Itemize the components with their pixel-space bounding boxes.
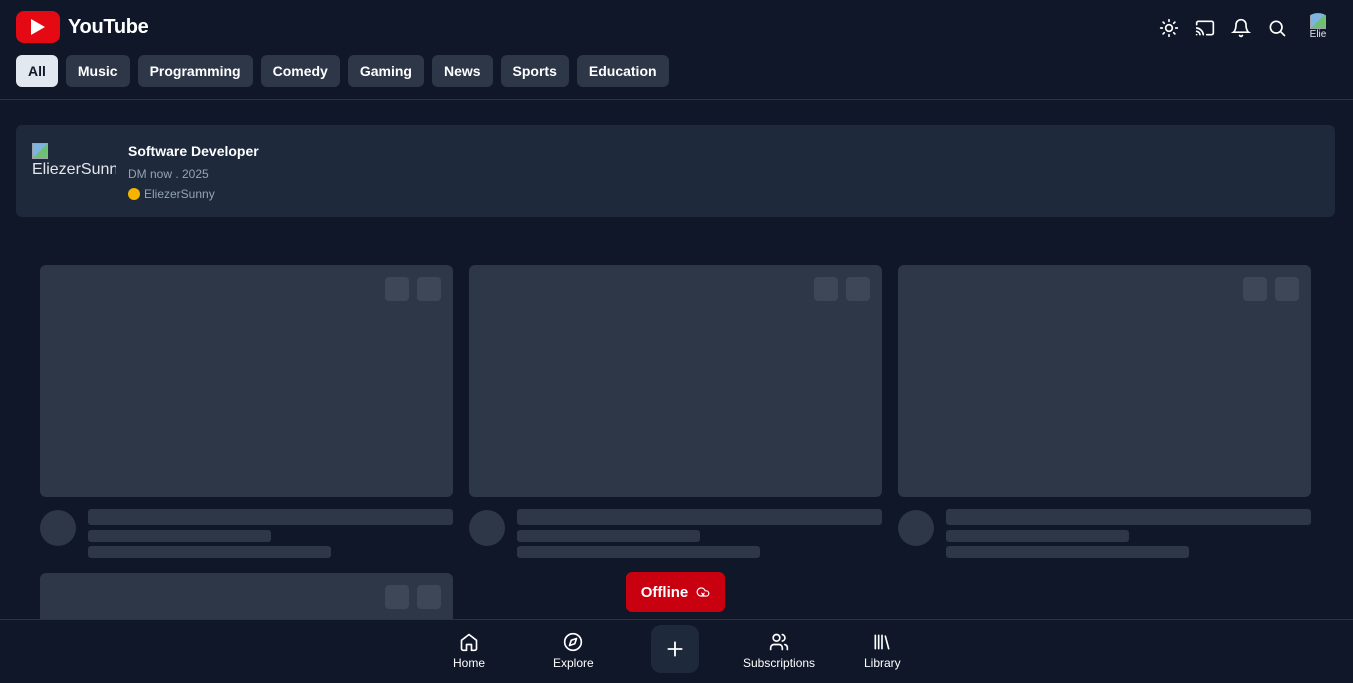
channel-title: Software Developer: [128, 143, 259, 159]
notifications-bell-icon[interactable]: [1231, 18, 1251, 38]
thumbnail-action-placeholder: [417, 585, 441, 609]
chip-news[interactable]: News: [431, 55, 493, 87]
thumbnail-action-placeholder: [417, 277, 441, 301]
views-skeleton: [517, 546, 760, 558]
views-skeleton: [88, 546, 331, 558]
avatar-skeleton: [898, 510, 934, 546]
channel-skeleton: [88, 530, 271, 542]
cast-icon[interactable]: [1195, 18, 1215, 38]
video-card-skeleton: [469, 265, 882, 573]
users-icon: [769, 633, 789, 651]
thumbnail-action-placeholder: [1275, 277, 1299, 301]
video-card-skeleton: [40, 265, 453, 573]
views-skeleton: [946, 546, 1189, 558]
nav-home[interactable]: Home: [453, 632, 485, 670]
status-dot-icon: [128, 188, 140, 200]
channel-username-row: EliezerSunny: [128, 187, 259, 201]
channel-image: EliezerSunn: [32, 143, 116, 183]
title-skeleton: [88, 509, 453, 525]
thumbnail-action-placeholder: [846, 277, 870, 301]
chip-gaming[interactable]: Gaming: [347, 55, 424, 87]
broken-image-icon: [1310, 13, 1326, 29]
video-thumbnail-skeleton: [40, 265, 453, 497]
nav-subscriptions-label: Subscriptions: [743, 656, 816, 670]
video-meta-skeleton: [898, 509, 1311, 573]
thumbnail-action-placeholder: [385, 585, 409, 609]
play-logo-icon: [16, 11, 60, 43]
create-button[interactable]: [651, 625, 699, 673]
user-avatar[interactable]: Elie: [1303, 13, 1333, 43]
offline-status-badge[interactable]: Offline: [626, 572, 725, 612]
video-thumbnail-skeleton: [469, 265, 882, 497]
chip-comedy[interactable]: Comedy: [260, 55, 340, 87]
chip-all[interactable]: All: [16, 55, 58, 87]
title-skeleton: [946, 509, 1311, 525]
category-chips: All Music Programming Comedy Gaming News…: [16, 55, 669, 87]
channel-card[interactable]: EliezerSunn Software Developer DM now . …: [16, 125, 1335, 217]
avatar-skeleton: [40, 510, 76, 546]
nav-explore[interactable]: Explore: [553, 632, 594, 670]
title-skeleton: [517, 509, 882, 525]
video-thumbnail-skeleton: [898, 265, 1311, 497]
avatar-alt-text: Elie: [1309, 29, 1327, 40]
bottom-navigation: Home Explore Subscriptions Library: [0, 619, 1353, 683]
channel-meta: DM now . 2025: [128, 167, 209, 181]
theme-toggle-sun-icon[interactable]: [1159, 18, 1179, 38]
chip-music[interactable]: Music: [65, 55, 130, 87]
channel-info: Software Developer DM now . 2025 Eliezer…: [128, 143, 259, 201]
avatar-skeleton: [469, 510, 505, 546]
top-header: YouTube Elie All Music Programming Comed…: [0, 0, 1353, 100]
plus-icon: [667, 641, 683, 657]
thumbnail-action-placeholder: [385, 277, 409, 301]
video-thumbnail-skeleton: [40, 573, 453, 619]
chip-programming[interactable]: Programming: [137, 55, 253, 87]
compass-icon: [564, 632, 583, 652]
nav-library[interactable]: Library: [864, 632, 901, 670]
nav-library-label: Library: [864, 656, 901, 670]
video-meta-skeleton: [40, 509, 453, 573]
thumbnail-action-placeholder: [814, 277, 838, 301]
thumbnail-action-placeholder: [1243, 277, 1267, 301]
channel-skeleton: [517, 530, 700, 542]
channel-skeleton: [946, 530, 1129, 542]
brand-name: YouTube: [68, 15, 149, 38]
library-icon: [874, 634, 890, 650]
video-card-skeleton: [898, 265, 1311, 573]
offline-label: Offline: [640, 583, 689, 601]
video-meta-skeleton: [469, 509, 882, 573]
broken-image-icon: [32, 143, 48, 159]
chip-sports[interactable]: Sports: [500, 55, 569, 87]
youtube-logo[interactable]: YouTube: [16, 11, 149, 43]
search-icon[interactable]: [1267, 18, 1287, 38]
chip-education[interactable]: Education: [576, 55, 669, 87]
video-card-skeleton: [40, 573, 453, 619]
nav-subscriptions[interactable]: Subscriptions: [743, 632, 815, 670]
channel-username: EliezerSunny: [144, 187, 215, 201]
channel-image-alt: EliezerSunn: [32, 161, 116, 178]
cloud-offline-icon: [696, 587, 710, 597]
nav-home-label: Home: [453, 656, 486, 670]
header-actions: Elie: [1159, 12, 1333, 44]
home-icon: [460, 633, 478, 652]
nav-explore-label: Explore: [553, 656, 594, 670]
